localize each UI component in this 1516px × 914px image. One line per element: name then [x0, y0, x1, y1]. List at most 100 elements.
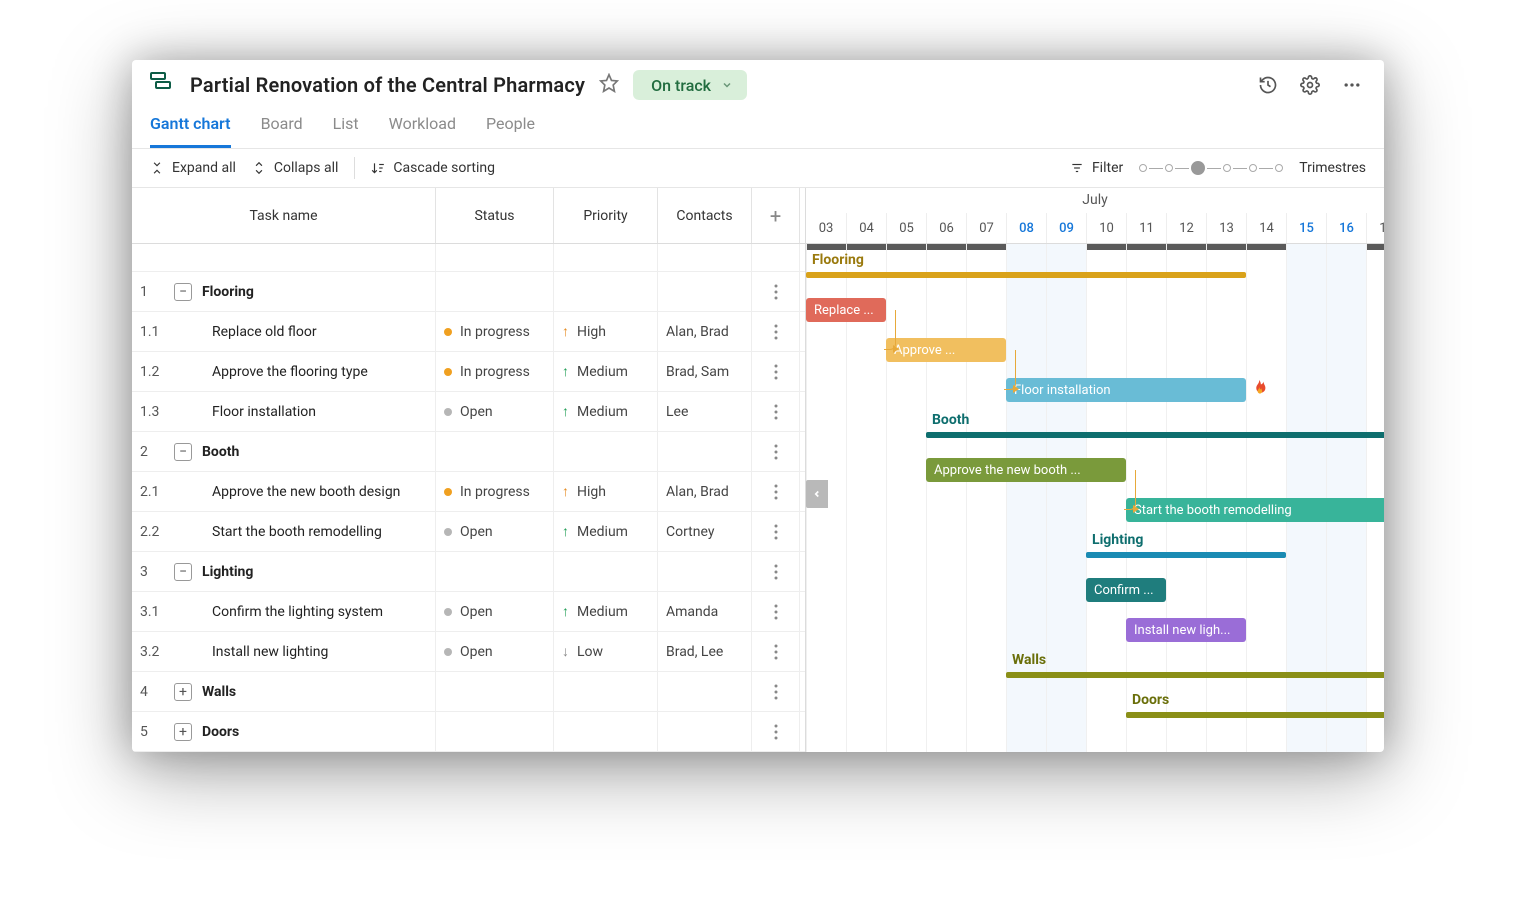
more-horizontal-icon[interactable] [1338, 71, 1366, 99]
task-row[interactable]: 1.3Floor installationOpen↑MediumLee [132, 392, 805, 432]
timeline-day: 12 [1166, 213, 1206, 243]
task-row[interactable]: 1.1Replace old floorIn progress↑HighAlan… [132, 312, 805, 352]
timeline-day: 10 [1086, 213, 1126, 243]
gantt-timeline[interactable]: July 030405060708091011121314151617 Floo… [806, 188, 1384, 752]
favorite-star-icon[interactable] [599, 73, 619, 97]
gantt-group-label: Flooring [812, 252, 864, 268]
column-headers: Task name Status Priority Contacts + [132, 188, 805, 244]
contacts-cell: Brad, Sam [658, 352, 752, 391]
priority-label: Medium [577, 404, 628, 420]
gantt-group-label: Lighting [1092, 532, 1143, 548]
timeline-day: 13 [1206, 213, 1246, 243]
zoom-label: Trimestres [1299, 160, 1366, 176]
collapse-toggle-icon[interactable]: − [174, 283, 192, 301]
task-name: Floor installation [212, 404, 316, 420]
row-number: 4 [140, 684, 164, 700]
task-name: Lighting [202, 564, 253, 580]
collapse-toggle-icon[interactable]: − [174, 443, 192, 461]
status-dot-icon [444, 528, 452, 536]
task-name: Walls [202, 684, 236, 700]
add-column-button[interactable]: + [752, 188, 800, 243]
gantt-group-bar[interactable] [1126, 712, 1384, 718]
task-row[interactable]: 1.2Approve the flooring typeIn progress↑… [132, 352, 805, 392]
zoom-slider[interactable] [1139, 161, 1283, 175]
row-menu-icon[interactable] [752, 592, 800, 631]
status-label: In progress [460, 364, 530, 380]
tab-people[interactable]: People [486, 106, 535, 148]
collapse-toggle-icon[interactable]: − [174, 563, 192, 581]
priority-arrow-icon: ↑ [562, 483, 569, 500]
task-row[interactable]: 3.1Confirm the lighting systemOpen↑Mediu… [132, 592, 805, 632]
task-row[interactable]: 3.2Install new lightingOpen↓LowBrad, Lee [132, 632, 805, 672]
status-dot-icon [444, 408, 452, 416]
group-row[interactable]: 1−Flooring [132, 272, 805, 312]
gantt-task-bar[interactable]: Confirm ... [1086, 578, 1166, 602]
task-row[interactable]: 2.1Approve the new booth designIn progre… [132, 472, 805, 512]
row-number: 3.2 [140, 644, 164, 660]
row-menu-icon[interactable] [752, 552, 800, 591]
gantt-task-bar[interactable]: Replace ... [806, 298, 886, 322]
gantt-task-bar[interactable]: Approve ... [886, 338, 1006, 362]
table-spacer-row [132, 244, 805, 272]
contacts-cell [658, 672, 752, 711]
gantt-group-label: Booth [932, 412, 969, 428]
collapse-table-handle[interactable] [806, 480, 828, 508]
gantt-group-bar[interactable] [926, 432, 1384, 438]
expand-all-button[interactable]: Expand all [150, 160, 236, 176]
expand-toggle-icon[interactable]: + [174, 683, 192, 701]
history-icon[interactable] [1254, 71, 1282, 99]
tab-list[interactable]: List [333, 106, 359, 148]
task-row[interactable]: 2.2Start the booth remodellingOpen↑Mediu… [132, 512, 805, 552]
gantt-group-bar[interactable] [806, 272, 1246, 278]
tab-board[interactable]: Board [261, 106, 303, 148]
group-row[interactable]: 4 + Walls [132, 672, 805, 712]
timeline-day: 04 [846, 213, 886, 243]
priority-arrow-icon: ↑ [562, 523, 569, 540]
row-menu-icon[interactable] [752, 432, 800, 471]
row-menu-icon[interactable] [752, 512, 800, 551]
timeline-day: 08 [1006, 213, 1046, 243]
group-row[interactable]: 2−Booth [132, 432, 805, 472]
gantt-task-bar[interactable]: Approve the new booth ... [926, 458, 1126, 482]
cascade-sort-button[interactable]: Cascade sorting [371, 160, 495, 176]
status-dot-icon [444, 328, 452, 336]
row-menu-icon[interactable] [752, 392, 800, 431]
task-name: Approve the new booth design [212, 484, 400, 500]
status-chip[interactable]: On track [633, 70, 747, 100]
row-menu-icon[interactable] [752, 472, 800, 511]
row-menu-icon[interactable] [752, 712, 800, 751]
priority-label: Low [577, 644, 603, 660]
gantt-task-bar[interactable]: Install new ligh... [1126, 618, 1246, 642]
toolbar: Expand all Collaps all Cascade sorting F… [132, 149, 1384, 188]
app-window: Partial Renovation of the Central Pharma… [132, 60, 1384, 752]
view-tabs: Gantt chart Board List Workload People [132, 100, 1384, 149]
row-number: 1 [140, 284, 164, 300]
row-menu-icon[interactable] [752, 352, 800, 391]
tab-gantt-chart[interactable]: Gantt chart [150, 106, 231, 148]
group-row[interactable]: 5+Doors [132, 712, 805, 752]
row-number: 5 [140, 724, 164, 740]
gantt-group-bar[interactable] [1086, 552, 1286, 558]
gantt-task-bar[interactable]: Floor installation [1006, 378, 1246, 402]
gantt-group-bar[interactable] [1006, 672, 1384, 678]
tab-workload[interactable]: Workload [389, 106, 456, 148]
status-dot-icon [444, 648, 452, 656]
status-dot-icon [444, 488, 452, 496]
row-menu-icon[interactable] [752, 272, 800, 311]
task-name: Approve the flooring type [212, 364, 368, 380]
collapse-all-button[interactable]: Collaps all [252, 160, 339, 176]
row-menu-icon[interactable] [752, 672, 800, 711]
task-name: Install new lighting [212, 644, 328, 660]
status-label: Open [460, 524, 493, 540]
priority-arrow-icon: ↓ [562, 643, 569, 660]
chevron-down-icon [721, 76, 733, 95]
group-row[interactable]: 3−Lighting [132, 552, 805, 592]
gantt-task-bar[interactable]: Start the booth remodelling [1126, 498, 1384, 522]
settings-gear-icon[interactable] [1296, 71, 1324, 99]
priority-label: Medium [577, 364, 628, 380]
filter-button[interactable]: Filter [1070, 160, 1123, 176]
project-header: Partial Renovation of the Central Pharma… [132, 60, 1384, 100]
row-menu-icon[interactable] [752, 632, 800, 671]
expand-toggle-icon[interactable]: + [174, 723, 192, 741]
row-menu-icon[interactable] [752, 312, 800, 351]
